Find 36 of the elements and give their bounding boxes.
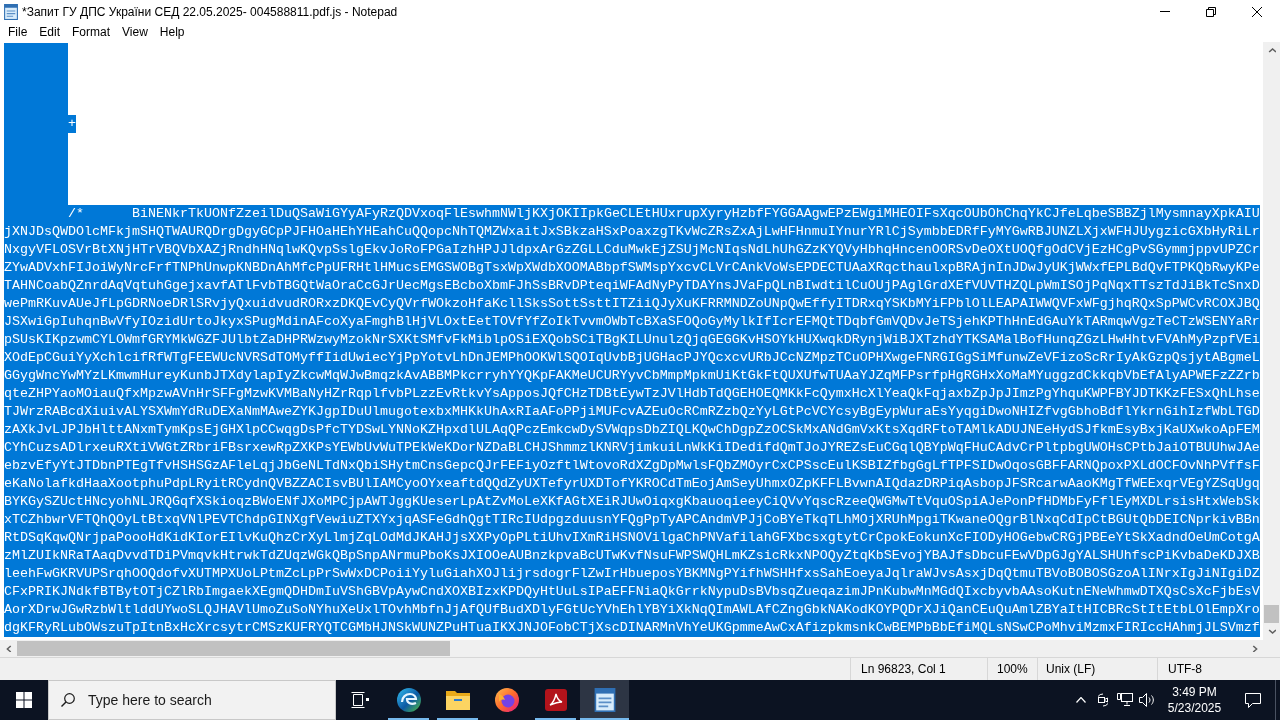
pdf-icon: [544, 689, 567, 711]
clock[interactable]: 3:49 PM 5/23/2025: [1158, 680, 1231, 720]
task-view-icon: [351, 692, 369, 708]
scrollbar-thumb[interactable]: [17, 641, 450, 656]
browser-icon: [494, 688, 519, 712]
running-indicator: [437, 718, 478, 720]
running-indicator: [535, 718, 576, 720]
search-icon: [61, 693, 75, 707]
network-icon: [1117, 693, 1133, 707]
chevron-up-icon: [1076, 697, 1086, 703]
cursor-position: Ln 96823, Col 1: [861, 661, 946, 678]
folder-icon: [445, 690, 470, 710]
browser-icon: [396, 688, 421, 712]
restore-icon: [1206, 6, 1216, 17]
zoom-level: 100%: [997, 661, 1028, 678]
search-field[interactable]: Type here to search: [48, 680, 336, 720]
menu-item[interactable]: Help: [153, 23, 191, 42]
notepad-icon: [4, 3, 18, 20]
close-icon: [1252, 6, 1262, 17]
windows-logo-icon: [16, 692, 32, 708]
menu-item[interactable]: View: [116, 23, 154, 42]
speaker-icon: [1139, 693, 1155, 707]
scrollbar-thumb[interactable]: [1264, 605, 1279, 623]
taskbar-button[interactable]: [580, 680, 629, 720]
notification-icon: [1245, 692, 1261, 708]
line-ending: Unix (LF): [1046, 661, 1096, 678]
running-indicator: [580, 718, 629, 720]
window-title: *Запит ГУ ДПС України СЕД 22.05.2025- 004588811.pdf.js - Notepad: [22, 3, 398, 21]
menu-item[interactable]: Format: [66, 23, 117, 42]
video-camera-icon: [1096, 693, 1110, 707]
encoding: UTF-8: [1168, 661, 1202, 678]
menu-item[interactable]: File: [2, 23, 34, 42]
minimize-icon: [1160, 11, 1170, 12]
menu-item[interactable]: Edit: [33, 23, 67, 42]
notepad-icon: [593, 688, 616, 712]
running-indicator: [388, 718, 429, 720]
